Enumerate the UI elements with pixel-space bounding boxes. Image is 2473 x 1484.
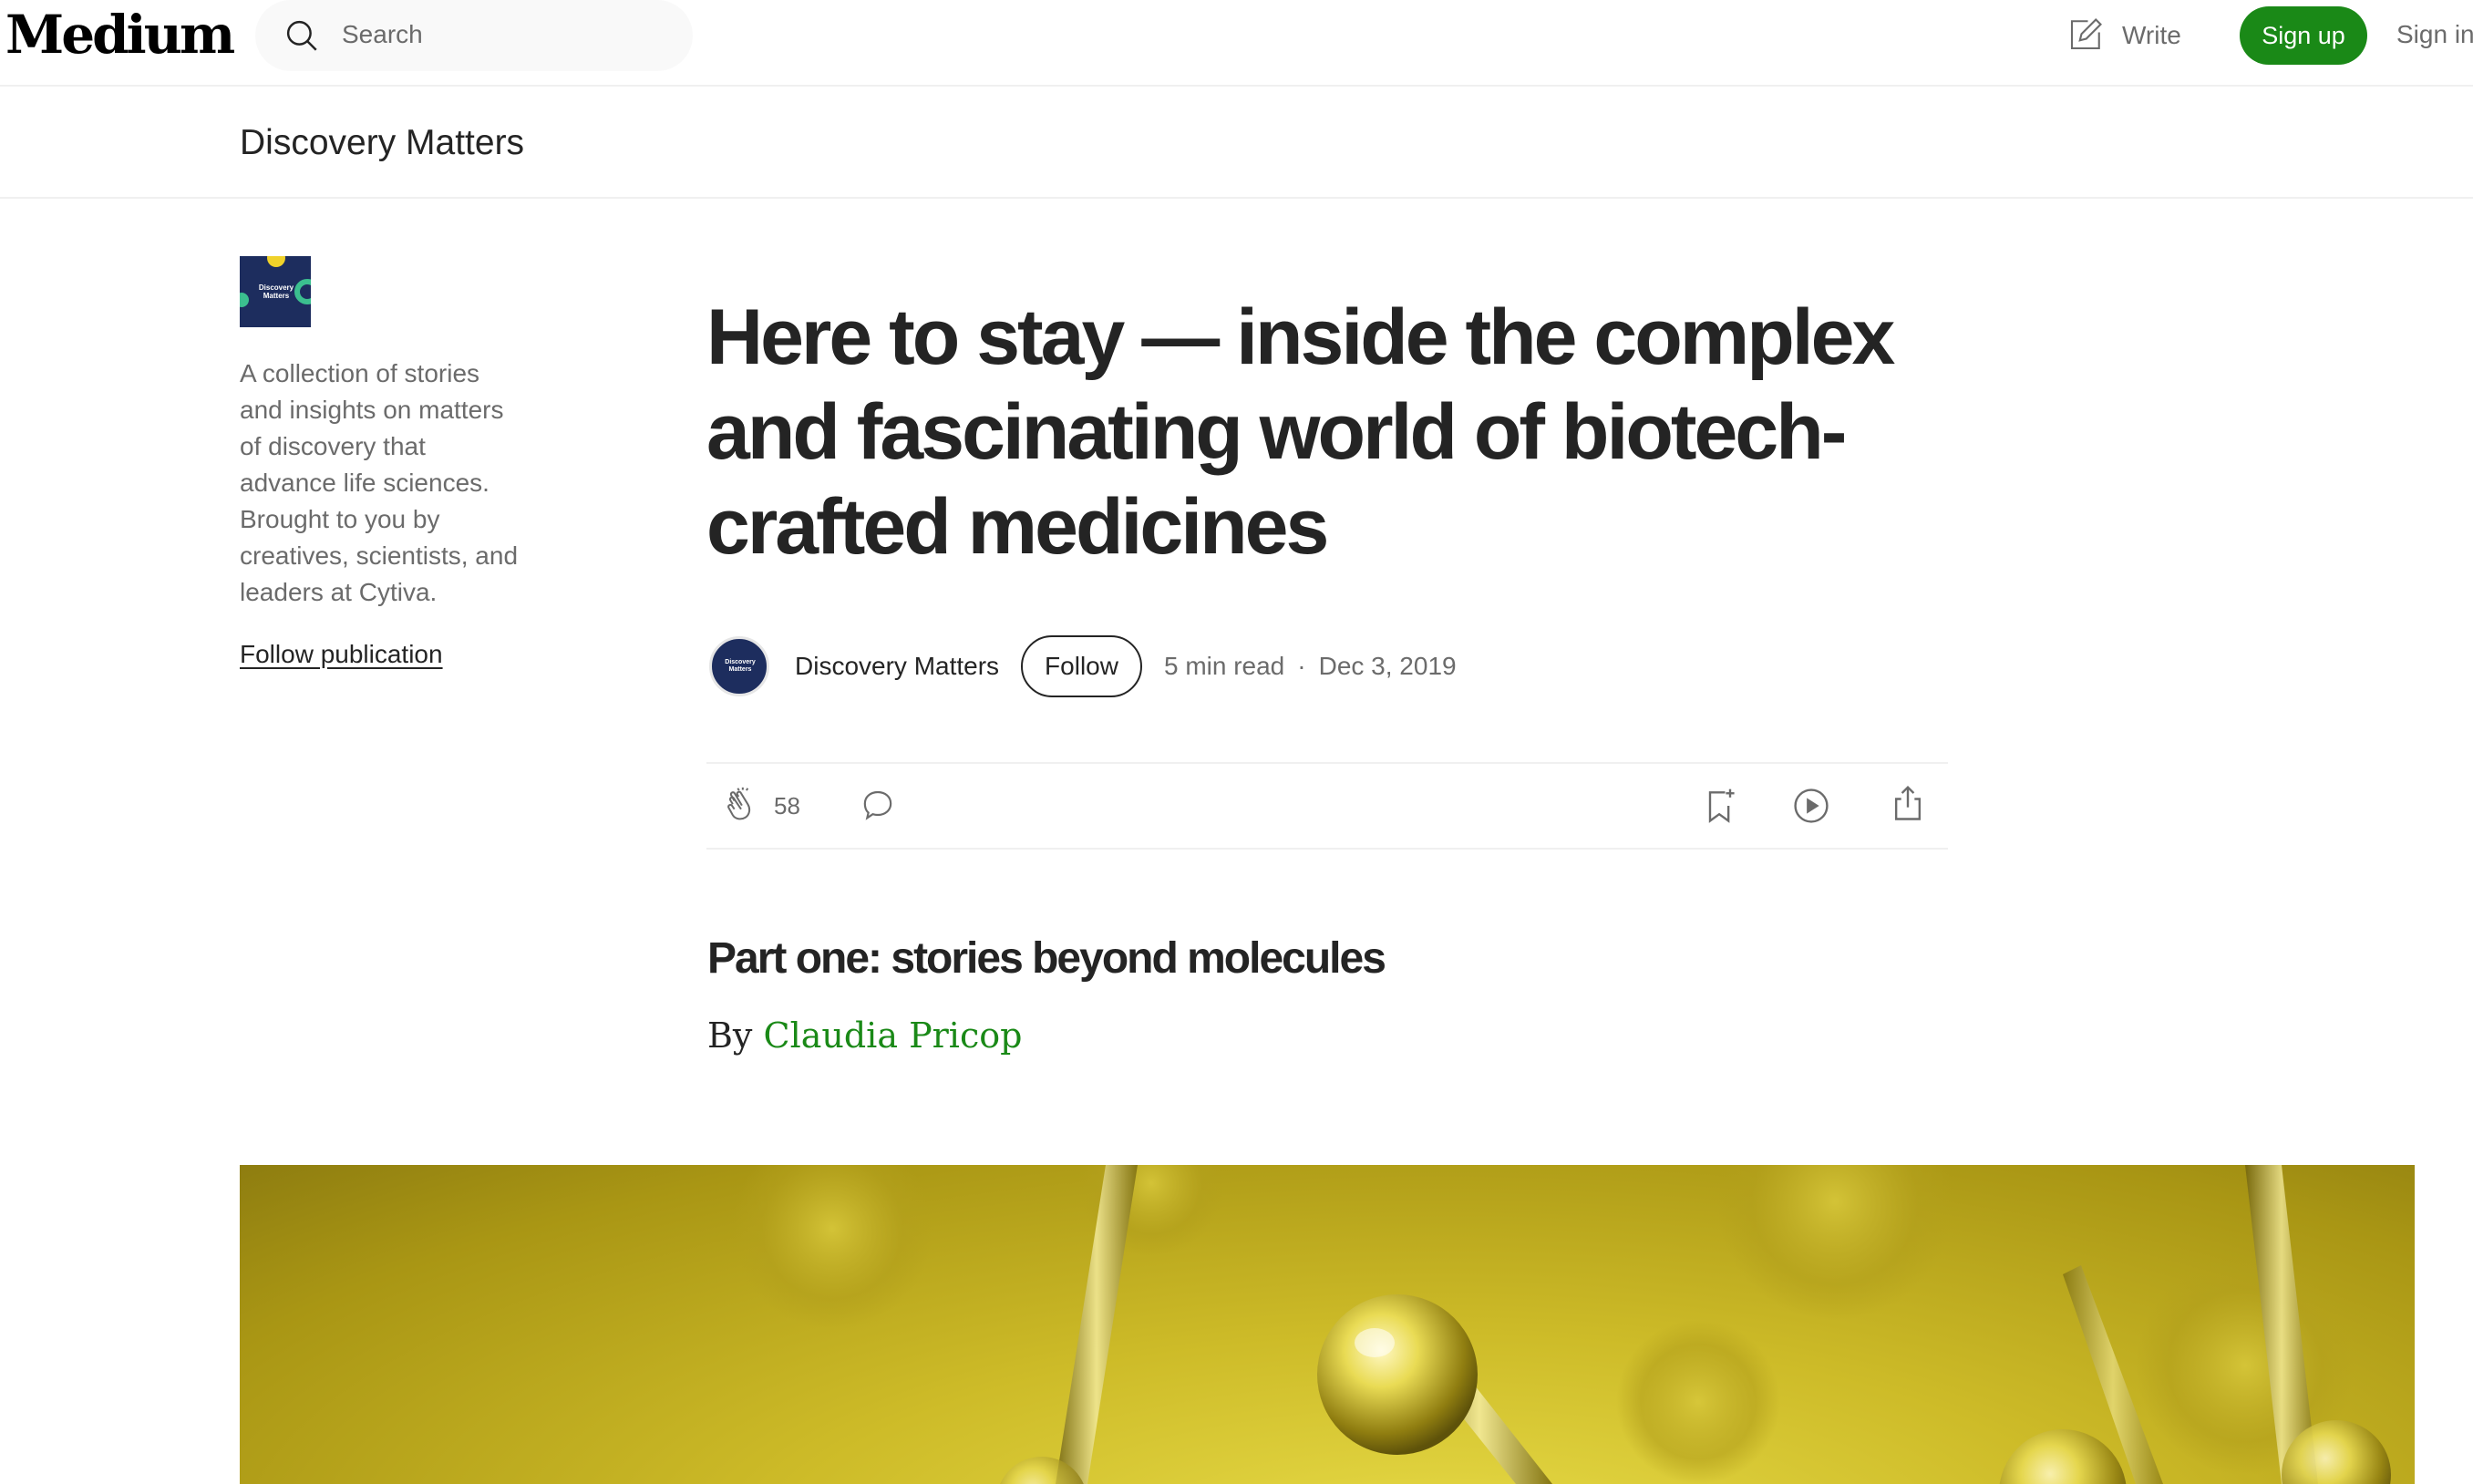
sign-in-link[interactable]: Sign in [2396, 20, 2473, 49]
sign-up-button[interactable]: Sign up [2240, 6, 2367, 65]
write-button[interactable]: Write [2066, 13, 2181, 58]
speech-bubble-icon[interactable] [860, 788, 896, 824]
byline-author-link[interactable]: Claudia Pricop [764, 1015, 1023, 1056]
meta-separator: · [1297, 652, 1306, 680]
logo-decoration [240, 293, 249, 307]
article-title: Here to stay — inside the complex and fa… [706, 294, 1895, 571]
by-prefix: By [707, 1015, 753, 1056]
follow-publication-link[interactable]: Follow publication [240, 640, 443, 669]
follow-button[interactable]: Follow [1021, 635, 1142, 697]
clap-icon [727, 787, 751, 820]
article-action-bar: 58 [706, 762, 1948, 850]
publication-description: A collection of stories and insights on … [240, 359, 519, 606]
author-avatar[interactable]: Discovery Matters [709, 636, 769, 696]
search-placeholder: Search [342, 20, 423, 48]
share-icon[interactable] [1888, 784, 1928, 824]
clap-count: 58 [774, 791, 800, 819]
publish-date: Dec 3, 2019 [1318, 652, 1457, 680]
play-circle-icon[interactable] [1791, 786, 1831, 826]
read-time: 5 min read [1163, 652, 1285, 680]
pencil-square-icon [2070, 18, 2102, 50]
bookmark-plus-icon[interactable] [1700, 786, 1740, 826]
medium-logo[interactable]: Medium [5, 5, 235, 64]
publication-logo[interactable]: Discovery Matters [240, 256, 311, 327]
article-byline: By Claudia Pricop [707, 1015, 1022, 1056]
search-input[interactable]: Search [255, 0, 693, 71]
clap-button[interactable]: 58 [721, 786, 800, 826]
top-navbar: Medium Search Write Sign up Sign in [0, 0, 2473, 87]
search-icon [286, 20, 317, 51]
molecule-illustration [732, 1165, 2391, 1484]
author-byline: Discovery Matters Discovery Matters Foll… [709, 634, 1457, 698]
avatar-text: Discovery Matters [725, 659, 756, 673]
hero-image [240, 1165, 2415, 1484]
logo-text: Discovery Matters [258, 283, 294, 300]
article-subtitle: Part one: stories beyond molecules [707, 934, 1386, 983]
publication-header: Discovery Matters [0, 87, 2473, 199]
author-name-link[interactable]: Discovery Matters [795, 652, 999, 681]
write-label: Write [2122, 21, 2181, 49]
logo-decoration [267, 256, 285, 267]
publication-name-link[interactable]: Discovery Matters [240, 123, 524, 163]
